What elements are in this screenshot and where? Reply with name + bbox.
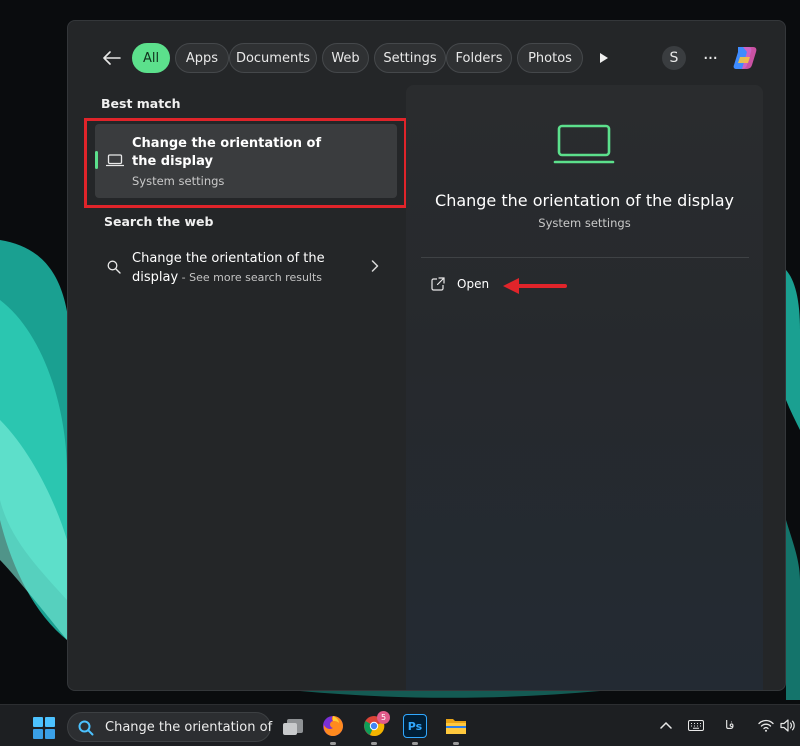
open-label: Open	[457, 277, 490, 291]
file-explorer-icon[interactable]	[444, 714, 468, 738]
filter-chip-documents[interactable]: Documents	[229, 43, 317, 73]
filter-chip-apps[interactable]: Apps	[175, 43, 229, 73]
taskbar-search-text: Change the orientation of	[105, 720, 273, 735]
open-external-icon	[431, 277, 445, 291]
web-result-line1: Change the orientation of the	[132, 251, 325, 266]
detail-subtitle: System settings	[538, 216, 631, 230]
task-view-icon[interactable]	[281, 714, 305, 738]
filter-chip-folders[interactable]: Folders	[446, 43, 512, 73]
input-language-indicator[interactable]: فا	[725, 718, 734, 732]
web-result-line2: display - See more search results	[132, 270, 322, 285]
search-the-web-heading: Search the web	[104, 214, 214, 229]
photoshop-icon[interactable]: Ps	[403, 714, 427, 738]
chevron-right-icon	[371, 260, 379, 272]
copilot-icon[interactable]	[730, 43, 760, 73]
running-indicator	[371, 742, 377, 745]
filter-bar: All Apps Documents Web Settings Folders …	[68, 21, 785, 93]
detail-title: Change the orientation of the display	[435, 191, 734, 210]
keyboard-icon[interactable]	[688, 720, 704, 731]
arrow-left-icon	[103, 51, 121, 65]
volume-icon[interactable]	[780, 719, 796, 732]
web-result-query-end: display	[132, 270, 179, 285]
search-icon	[107, 260, 121, 274]
firefox-icon[interactable]	[321, 714, 345, 738]
best-match-heading: Best match	[101, 96, 181, 111]
wifi-icon[interactable]	[758, 719, 774, 732]
windows-start-icon[interactable]	[33, 717, 55, 739]
account-avatar[interactable]: S	[662, 46, 686, 70]
more-filters-button[interactable]	[594, 48, 614, 68]
filter-chip-all[interactable]: All	[132, 43, 170, 73]
annotation-arrow	[503, 278, 567, 294]
divider	[421, 257, 749, 258]
search-flyout: All Apps Documents Web Settings Folders …	[67, 20, 786, 691]
web-result-hint: - See more search results	[178, 271, 323, 284]
back-button[interactable]	[98, 46, 126, 70]
filter-chip-photos[interactable]: Photos	[517, 43, 583, 73]
filter-chip-web[interactable]: Web	[322, 43, 369, 73]
running-indicator	[412, 742, 418, 745]
running-indicator	[330, 742, 336, 745]
running-indicator	[453, 742, 459, 745]
taskbar: Change the orientation of 5 Ps فا	[0, 704, 800, 746]
profile-badge: 5	[377, 711, 390, 724]
web-search-result[interactable]: Change the orientation of the display - …	[95, 246, 397, 290]
detail-pane: Change the orientation of the display Sy…	[406, 85, 763, 690]
filter-chip-settings[interactable]: Settings	[374, 43, 446, 73]
play-icon	[600, 53, 608, 63]
taskbar-search-box[interactable]: Change the orientation of	[67, 712, 273, 742]
chevron-up-icon[interactable]	[660, 721, 672, 729]
more-options-button[interactable]: ···	[698, 46, 722, 70]
highlight-outline	[84, 118, 407, 208]
search-icon	[78, 720, 94, 736]
laptop-icon	[553, 124, 615, 164]
